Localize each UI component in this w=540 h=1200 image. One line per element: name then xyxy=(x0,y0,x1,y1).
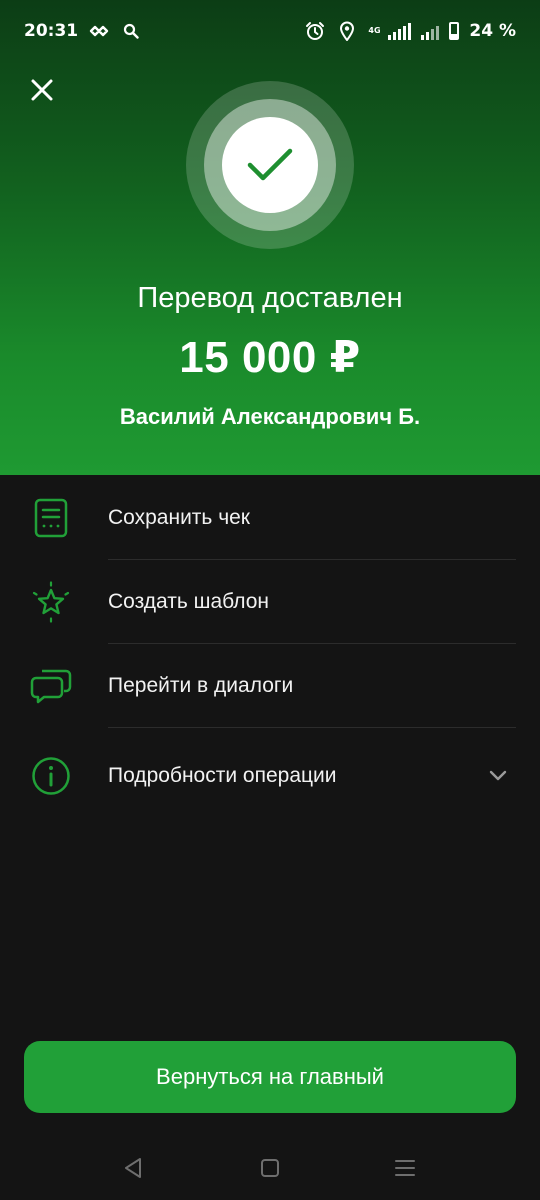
close-button[interactable] xyxy=(22,70,62,110)
status-time: 20:31 xyxy=(24,21,79,41)
battery-level: 24 % xyxy=(469,21,516,41)
action-list: Сохранить чек Создать шаблон Перейти в д… xyxy=(0,476,540,824)
alarm-icon xyxy=(304,20,326,42)
save-receipt-label: Сохранить чек xyxy=(108,506,250,529)
link-icon xyxy=(88,20,110,42)
go-to-dialogs-label: Перейти в диалоги xyxy=(108,674,294,697)
signal-icon-2 xyxy=(421,22,440,40)
signal-icon xyxy=(388,22,412,40)
transfer-amount: 15 000 ₽ xyxy=(179,333,361,382)
operation-details-item[interactable]: Подробности операции xyxy=(0,728,540,824)
success-header: 20:31 4G 24 % Перевод доставлен 15 000 ₽… xyxy=(0,0,540,475)
receipt-icon xyxy=(30,497,72,539)
save-receipt-item[interactable]: Сохранить чек xyxy=(0,476,540,560)
operation-details-label: Подробности операции xyxy=(108,764,337,787)
return-home-button[interactable]: Вернуться на главный xyxy=(24,1041,516,1113)
create-template-label: Создать шаблон xyxy=(108,590,270,613)
create-template-item[interactable]: Создать шаблон xyxy=(0,560,540,644)
status-bar-right: 4G 24 % xyxy=(304,20,516,42)
search-icon xyxy=(120,20,142,42)
back-icon[interactable] xyxy=(119,1154,147,1182)
info-icon xyxy=(30,755,72,797)
network-type: 4G xyxy=(368,26,381,35)
checkmark-icon xyxy=(247,148,293,181)
transfer-success-screen: 20:31 4G 24 % Перевод доставлен 15 000 ₽… xyxy=(0,0,540,1200)
battery-icon xyxy=(449,22,460,40)
transfer-status-title: Перевод доставлен xyxy=(137,282,403,314)
recipient-name: Василий Александрович Б. xyxy=(119,404,421,429)
go-to-dialogs-item[interactable]: Перейти в диалоги xyxy=(0,644,540,728)
location-icon xyxy=(336,20,358,42)
star-icon xyxy=(30,581,72,623)
status-bar-left: 20:31 xyxy=(24,20,142,42)
success-indicator xyxy=(186,81,354,249)
close-icon xyxy=(31,79,53,101)
status-bar: 20:31 4G 24 % xyxy=(0,0,540,62)
recents-icon[interactable] xyxy=(391,1154,419,1182)
system-navigation-bar xyxy=(0,1140,540,1194)
chat-icon xyxy=(30,665,72,707)
home-icon[interactable] xyxy=(256,1154,284,1182)
chevron-down-icon[interactable] xyxy=(486,764,510,788)
